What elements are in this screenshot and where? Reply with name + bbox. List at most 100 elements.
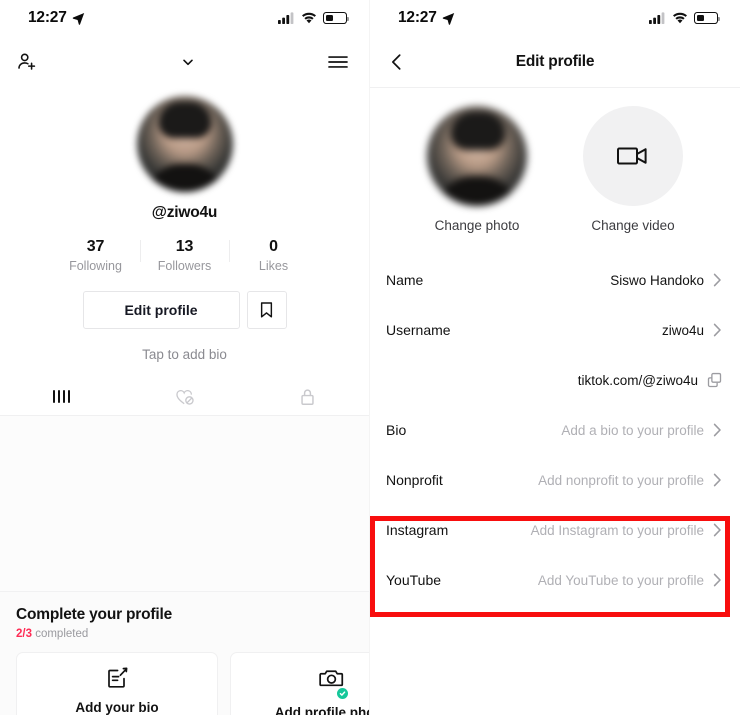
change-video-label: Change video xyxy=(591,218,675,233)
row-value: Add Instagram to your profile xyxy=(530,522,704,538)
change-photo-label: Change photo xyxy=(434,218,520,233)
change-photo-item[interactable]: Change photo xyxy=(427,106,527,233)
row-label: Nonprofit xyxy=(386,472,443,488)
add-person-icon[interactable] xyxy=(16,51,38,73)
row-label: Name xyxy=(386,272,424,288)
row-right: Add a bio to your profile xyxy=(561,423,722,438)
tab-private[interactable] xyxy=(246,378,369,415)
row-right: Add Instagram to your profile xyxy=(531,523,722,538)
stat-label: Followers xyxy=(157,259,212,273)
profile-handle: @ziwo4u xyxy=(151,204,218,221)
tab-liked[interactable] xyxy=(123,378,246,415)
status-icons-left xyxy=(278,12,350,24)
row-right: Siswo Handoko xyxy=(610,273,722,288)
battery-icon xyxy=(694,12,721,24)
stat-count: 13 xyxy=(175,238,194,255)
add-bio-hint[interactable]: Tap to add bio xyxy=(142,347,227,362)
profile-tabs xyxy=(0,378,369,416)
cellular-signal-icon xyxy=(278,12,294,24)
row-right: tiktok.com/@ziwo4u xyxy=(578,372,722,388)
form-row-nonprofit[interactable]: Nonprofit Add nonprofit to your profile xyxy=(370,455,740,505)
status-bar-right: 12:27 xyxy=(370,0,740,36)
chevron-right-icon xyxy=(713,323,721,337)
chevron-down-icon[interactable] xyxy=(180,54,196,70)
progress-count: 2/3 xyxy=(16,628,32,640)
left-nav-center xyxy=(38,54,327,70)
profile-avatar[interactable] xyxy=(427,106,527,206)
completed-check-badge xyxy=(336,688,348,699)
grid-bars-icon xyxy=(52,390,71,403)
left-phone-panel: 12:27 @ziwo4u 37 Following 13 Followers … xyxy=(0,0,370,715)
check-icon xyxy=(339,691,345,696)
camera-icon xyxy=(318,670,343,687)
profile-stats: 37 Following 13 Followers 0 Likes xyxy=(52,238,318,273)
form-row-bio[interactable]: Bio Add a bio to your profile xyxy=(370,405,740,455)
row-right: Add YouTube to your profile xyxy=(538,573,722,588)
form-row-youtube[interactable]: YouTube Add YouTube to your profile xyxy=(370,555,740,605)
card-title: Add your bio xyxy=(75,700,159,715)
status-icons-right xyxy=(649,12,721,24)
location-arrow-icon xyxy=(72,12,84,25)
wifi-icon xyxy=(302,12,316,24)
chevron-right-icon xyxy=(713,273,721,287)
row-label: Username xyxy=(386,322,451,338)
row-value: Add a bio to your profile xyxy=(561,422,704,438)
chevron-right-icon xyxy=(713,523,721,537)
complete-profile-card: Complete your profile 2/3 completed Add … xyxy=(0,591,369,715)
profile-block: @ziwo4u 37 Following 13 Followers 0 Like… xyxy=(0,88,369,362)
hamburger-menu-icon[interactable] xyxy=(327,53,349,71)
row-label: Bio xyxy=(386,422,407,438)
edit-profile-button[interactable]: Edit profile xyxy=(82,291,240,329)
media-row: Change photo Change video xyxy=(370,88,740,233)
cellular-signal-icon xyxy=(649,12,665,24)
stat-count: 37 xyxy=(86,238,105,255)
complete-profile-progress: 2/3 completed xyxy=(16,628,353,640)
chevron-right-icon xyxy=(713,473,721,487)
row-value: Add YouTube to your profile xyxy=(537,572,704,588)
complete-profile-cards: Add your bio What should people know? xyxy=(16,652,369,715)
status-bar-left: 12:27 xyxy=(0,0,369,36)
profile-avatar[interactable] xyxy=(136,96,233,192)
form-row-instagram[interactable]: Instagram Add Instagram to your profile xyxy=(370,505,740,555)
card-add-bio[interactable]: Add your bio What should people know? xyxy=(16,652,218,715)
page-title: Edit profile xyxy=(515,52,595,70)
card-add-profile-photo[interactable]: Add profile photo Which photo represents… xyxy=(230,652,369,715)
row-value: Siswo Handoko xyxy=(610,272,704,288)
change-video-circle[interactable] xyxy=(583,106,683,206)
change-video-item[interactable]: Change video xyxy=(583,106,683,233)
stat-label: Likes xyxy=(258,259,289,273)
empty-feed-area xyxy=(0,416,369,594)
form-row-username[interactable]: Username ziwo4u xyxy=(370,305,740,355)
row-right: Add nonprofit to your profile xyxy=(538,473,722,488)
row-label: YouTube xyxy=(386,572,442,588)
edit-profile-nav: Edit profile xyxy=(370,36,740,88)
lock-icon xyxy=(301,388,314,405)
stat-count: 0 xyxy=(269,238,278,255)
row-right: ziwo4u xyxy=(662,323,722,338)
copy-icon[interactable] xyxy=(707,372,722,388)
stat-label: Following xyxy=(69,259,122,273)
bookmark-button[interactable] xyxy=(246,291,287,329)
chevron-right-icon xyxy=(713,573,721,587)
stat-followers[interactable]: 13 Followers xyxy=(141,238,229,273)
row-value: tiktok.com/@ziwo4u xyxy=(577,372,698,388)
form-row-profile-link: tiktok.com/@ziwo4u xyxy=(370,355,740,405)
bookmark-icon xyxy=(260,302,273,318)
left-nav-bar xyxy=(0,36,369,88)
edit-note-icon xyxy=(108,667,128,688)
chevron-right-icon xyxy=(713,423,721,437)
right-phone-panel: 12:27 Edit profile Change photo Change v… xyxy=(370,0,740,715)
wifi-icon xyxy=(673,12,687,24)
stat-following[interactable]: 37 Following xyxy=(52,238,140,273)
tab-posts[interactable] xyxy=(0,378,123,415)
row-value: Add nonprofit to your profile xyxy=(538,472,704,488)
status-time-text: 12:27 xyxy=(398,9,437,26)
form-row-name[interactable]: Name Siswo Handoko xyxy=(370,255,740,305)
profile-actions: Edit profile xyxy=(82,291,287,329)
stat-likes[interactable]: 0 Likes xyxy=(230,238,318,273)
status-time-right: 12:27 xyxy=(398,9,455,27)
video-camera-icon xyxy=(617,147,647,165)
card-title: Add profile photo xyxy=(274,705,369,715)
edit-profile-form: Name Siswo Handoko Username ziwo4u tikto… xyxy=(370,255,740,605)
status-time-text: 12:27 xyxy=(28,9,67,26)
